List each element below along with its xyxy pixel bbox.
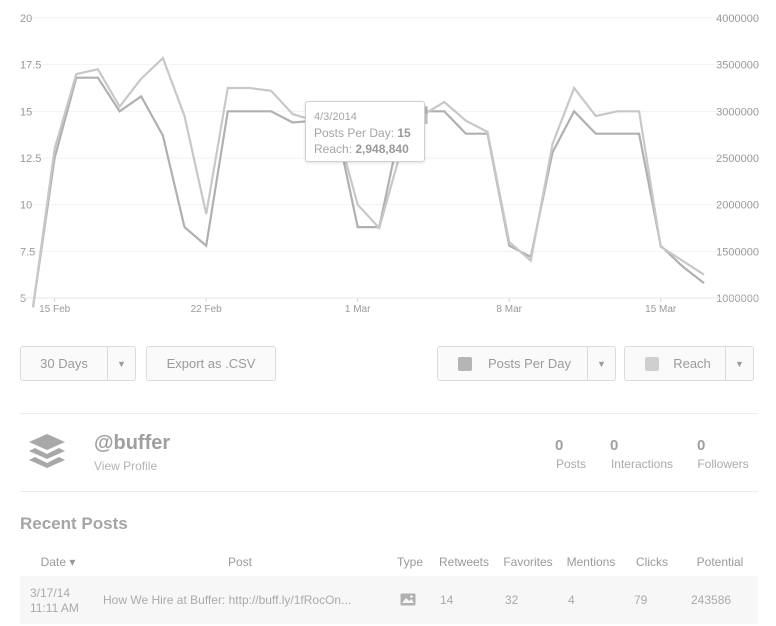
metric-1-swatch	[458, 356, 472, 371]
x-tick-label: 22 Feb	[191, 304, 223, 315]
post-date: 3/17/14	[30, 586, 71, 600]
x-tick-label: 8 Mar	[496, 304, 522, 315]
x-tick-label: 15 Mar	[645, 304, 677, 315]
chevron-down-icon[interactable]: ▼	[587, 347, 615, 380]
column-date-header[interactable]: Date ▾	[30, 555, 86, 569]
tooltip-reach-label: Reach:	[314, 142, 353, 156]
clicks-value: 79	[634, 593, 648, 607]
y-right-tick-label: 2000000	[716, 200, 759, 212]
analytics-chart: 5 7.5 10 12.5 15 17.5 20 1000000 1500000 2000000 2…	[0, 0, 776, 320]
y-right-tick-label: 2500000	[716, 153, 759, 165]
tooltip-posts-value: 15	[397, 126, 411, 140]
stat-posts-value: 0	[555, 437, 564, 454]
stat-posts: 0 Posts	[545, 437, 597, 471]
column-clicks-header: Clicks	[636, 555, 668, 569]
chevron-down-icon[interactable]: ▼	[107, 347, 135, 380]
y-right-tick-label: 4000000	[716, 13, 759, 25]
date-range-dropdown[interactable]: 30 Days ▼	[20, 346, 136, 381]
series-line-reach	[31, 56, 705, 308]
view-profile-link[interactable]: View Profile	[94, 459, 157, 473]
y-left-tick-label: 10	[20, 200, 32, 212]
tooltip-reach: Reach: 2,948,840	[314, 141, 416, 157]
y-left-tick-label: 7.5	[20, 246, 35, 258]
stat-followers: 0 Followers	[692, 437, 754, 471]
potential-value: 243586	[691, 593, 732, 607]
column-mentions-header: Mentions	[566, 555, 616, 569]
stat-followers-value: 0	[697, 437, 706, 454]
column-post-header: Post	[227, 555, 252, 569]
chevron-down-icon[interactable]: ▼	[725, 347, 753, 380]
y-right-tick-label: 3000000	[716, 106, 759, 118]
divider	[20, 491, 758, 492]
metric-1-label: Posts Per Day	[487, 356, 572, 371]
post-text[interactable]: How We Hire at Buffer: http://buff.ly/1f…	[103, 593, 351, 607]
metric-2-dropdown[interactable]: Reach ▼	[624, 346, 754, 381]
stat-interactions: 0 Interactions	[604, 437, 680, 471]
x-tick-label: 1 Mar	[345, 304, 371, 315]
stat-interactions-value: 0	[610, 437, 619, 454]
column-retweets-header: Retweets	[438, 555, 490, 569]
y-right-tick-label: 1500000	[716, 246, 759, 258]
metric-1-dropdown[interactable]: Posts Per Day ▼	[437, 346, 616, 381]
column-potential-header: Potential	[696, 555, 744, 569]
image-icon	[400, 593, 416, 609]
stat-posts-label: Posts	[555, 457, 586, 471]
y-left-tick-label: 12.5	[20, 153, 41, 165]
recent-posts-title: Recent Posts	[20, 514, 128, 533]
favorites-value: 32	[505, 593, 519, 607]
export-csv-button[interactable]: Export as .CSV	[146, 346, 276, 381]
tooltip-posts-label: Posts Per Day:	[314, 126, 395, 140]
column-type-header: Type	[396, 555, 423, 569]
metric-2-swatch	[645, 356, 659, 371]
tooltip-reach-value: 2,948,840	[355, 142, 409, 156]
table-row[interactable]: 3/17/14 11:11 AM How We Hire at Buffer: …	[20, 576, 758, 624]
tooltip-date: 4/3/2014	[314, 111, 357, 123]
y-left-tick-label: 15	[20, 106, 32, 118]
y-right-tick-label: 1000000	[716, 293, 759, 305]
stat-followers-label: Followers	[697, 457, 749, 471]
post-date-cell: 3/17/14 11:11 AM	[30, 586, 79, 616]
profile-handle: @buffer	[94, 432, 171, 454]
post-time: 11:11 AM	[30, 601, 79, 615]
retweets-value: 14	[440, 593, 454, 607]
metric-2-label: Reach	[673, 356, 711, 371]
chart-tooltip: 4/3/2014 Posts Per Day: 15 Reach: 2,948,…	[305, 101, 425, 162]
tooltip-posts: Posts Per Day: 15	[314, 125, 416, 141]
stat-interactions-label: Interactions	[610, 457, 674, 471]
x-tick-label: 15 Feb	[39, 304, 71, 315]
buffer-logo-icon	[29, 434, 65, 468]
y-left-tick-label: 5	[20, 293, 26, 305]
date-range-label: 30 Days	[40, 356, 88, 371]
divider	[20, 413, 758, 414]
y-left-tick-label: 17.5	[20, 60, 41, 72]
mentions-value: 4	[568, 593, 575, 607]
export-csv-label: Export as .CSV	[166, 356, 256, 371]
y-left-tick-label: 20	[20, 13, 32, 25]
y-right-tick-label: 3500000	[716, 60, 759, 72]
column-favorites-header: Favorites	[503, 555, 553, 569]
